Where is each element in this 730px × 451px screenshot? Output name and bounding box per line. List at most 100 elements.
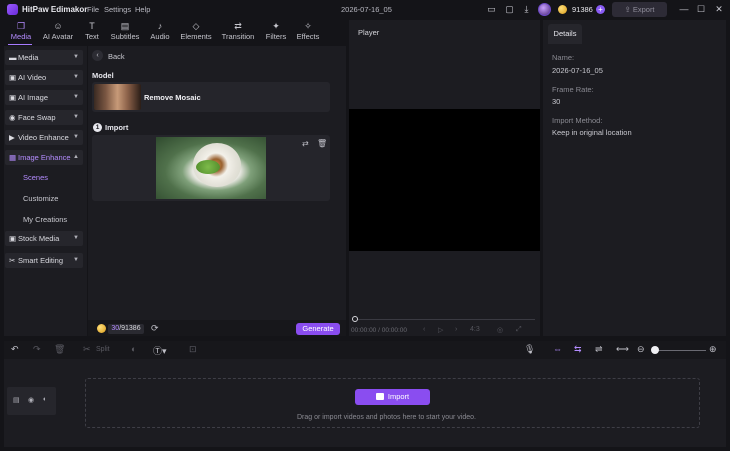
crop-icon[interactable]: ⊡ [189, 344, 197, 355]
prev-frame-icon[interactable]: ‹ [423, 326, 425, 333]
audio-icon: ♪ [157, 21, 163, 31]
mask-icon[interactable]: ◐ [131, 344, 136, 354]
sidebar-subitem-my-creations[interactable]: My Creations [23, 215, 67, 224]
tab-ai-avatar[interactable]: ☺ AI Avatar [39, 20, 77, 46]
tab-filters[interactable]: ✦ Filters [263, 20, 289, 46]
zoom-in-icon[interactable]: ⊕ [709, 344, 717, 355]
microphone-icon[interactable]: 🎙 [524, 344, 535, 355]
chevron-up-icon: ▲ [73, 154, 79, 160]
active-tab-indicator [8, 44, 32, 45]
progress-track[interactable] [355, 319, 535, 320]
sidebar-item-label: Stock Media [18, 234, 60, 243]
play-icon[interactable]: ▷ [438, 326, 443, 334]
chevron-down-icon: ▼ [73, 54, 79, 60]
export-button[interactable]: ⇪ Export [612, 2, 667, 17]
export-icon: ⇪ [624, 5, 633, 14]
split-icon[interactable]: ✂ [83, 344, 91, 355]
text-tool-icon[interactable]: Ⓣ▾ [153, 344, 167, 357]
sidebar-item-ai-video[interactable]: ▣ AI Video ▼ [5, 70, 83, 85]
menu-file[interactable]: File [87, 5, 99, 14]
coin-icon [97, 324, 106, 333]
menu-help[interactable]: Help [135, 5, 150, 14]
playback-time: 00:00:00 / 00:00:00 [351, 327, 408, 334]
chevron-down-icon: ▼ [73, 114, 79, 120]
effects-icon: ✧ [304, 21, 312, 31]
close-icon[interactable]: ✕ [713, 3, 725, 15]
sidebar-item-face-swap[interactable]: ◉ Face Swap ▼ [5, 110, 83, 125]
tab-media[interactable]: ❐ Media [6, 20, 36, 46]
model-heading: Model [92, 71, 114, 80]
trash-icon[interactable]: 🗑 [317, 139, 327, 148]
zoom-handle[interactable] [651, 346, 659, 354]
undo-icon[interactable]: ↶ [11, 344, 19, 355]
tab-text-label: Text [85, 32, 99, 41]
chevron-down-icon: ▼ [73, 257, 79, 263]
tab-effects[interactable]: ✧ Effects [294, 20, 322, 46]
sidebar-subitem-scenes[interactable]: Scenes [23, 173, 48, 182]
text-icon: T [89, 21, 95, 31]
tab-effects-label: Effects [296, 32, 320, 41]
sidebar-item-ai-image[interactable]: ▣ AI Image ▼ [5, 90, 83, 105]
tab-elements[interactable]: ◇ Elements [178, 20, 214, 46]
tab-transition[interactable]: ⇄ Transition [220, 20, 256, 46]
tab-audio[interactable]: ♪ Audio [146, 20, 174, 46]
minimize-icon[interactable]: — [678, 3, 690, 15]
import-button[interactable]: Import [355, 389, 430, 405]
maximize-icon[interactable]: ☐ [695, 3, 707, 15]
generate-button[interactable]: Generate [296, 323, 340, 335]
coin-icon [558, 5, 567, 14]
mute-icon[interactable]: ◖ [42, 396, 46, 403]
sidebar-item-image-enhance[interactable]: ▦ Image Enhance ▲ [5, 150, 83, 165]
add-credits-button[interactable]: + [596, 5, 605, 14]
detail-import-method-value: Keep in original location [552, 128, 632, 137]
elements-icon: ◇ [192, 21, 200, 31]
user-avatar[interactable] [538, 3, 551, 16]
sidebar-item-smart-editing[interactable]: ✂ Smart Editing ▼ [5, 253, 83, 268]
menu-settings[interactable]: Settings [104, 5, 131, 14]
sidebar-item-media[interactable]: ▬ Media ▼ [5, 50, 83, 65]
back-button[interactable]: Back [108, 52, 125, 61]
chevron-down-icon: ▼ [73, 74, 79, 80]
chevron-down-icon: ▼ [73, 235, 79, 241]
refresh-icon[interactable]: ⟳ [151, 323, 159, 334]
sidebar-item-stock-media[interactable]: ▣ Stock Media ▼ [5, 231, 83, 246]
download-icon[interactable]: ⤓ [521, 4, 532, 15]
magnet-icon[interactable]: ⇆ [574, 344, 582, 355]
back-arrow-icon[interactable]: ‹ [92, 50, 103, 61]
fit-icon[interactable]: ⟷ [616, 344, 629, 355]
sidebar-subitem-customize[interactable]: Customize [23, 194, 58, 203]
feedback-icon[interactable]: ▢ [504, 4, 515, 15]
snapshot-icon[interactable]: ◎ [497, 326, 503, 334]
player-viewport[interactable] [349, 109, 540, 251]
app-logo-icon [7, 4, 18, 15]
next-frame-icon[interactable]: › [455, 326, 457, 333]
detail-frame-rate-label: Frame Rate: [552, 85, 594, 94]
player-title: Player [358, 28, 380, 37]
tab-details[interactable]: Details [548, 24, 582, 44]
redo-icon[interactable]: ↷ [33, 344, 41, 355]
tab-filters-label: Filters [265, 32, 287, 41]
video-enhance-icon: ▶ [9, 133, 15, 142]
split-button[interactable]: Split [96, 346, 110, 353]
sidebar-item-label: Face Swap [18, 113, 56, 122]
sidebar-item-label: AI Image [18, 93, 49, 102]
credits-count: 91386 [572, 5, 593, 14]
tab-text[interactable]: T Text [80, 20, 104, 46]
drop-hint-text: Drag or import videos and photos here to… [297, 414, 476, 421]
project-title: 2026-07-16_05 [341, 5, 392, 14]
delete-icon[interactable]: 🗑 [54, 344, 65, 355]
link-icon[interactable]: ⇔ [553, 344, 562, 354]
replace-icon[interactable]: ⇄ [302, 139, 309, 148]
detail-name-value: 2026-07-16_05 [552, 66, 603, 75]
aspect-ratio[interactable]: 4:3 [470, 326, 480, 333]
tab-subtitles[interactable]: ▤ Subtitles [107, 20, 143, 46]
progress-handle[interactable] [352, 316, 358, 322]
import-icon [375, 393, 384, 400]
layout-icon[interactable]: ▭ [486, 4, 497, 15]
zoom-slider[interactable] [656, 350, 706, 351]
zoom-out-icon[interactable]: ⊖ [637, 344, 645, 355]
snap-icon[interactable]: ⇌ [595, 344, 603, 355]
fullscreen-icon[interactable]: ⤢ [516, 326, 522, 334]
visibility-icon[interactable]: ◉ [28, 396, 34, 404]
sidebar-item-video-enhance[interactable]: ▶ Video Enhance ▼ [5, 130, 83, 145]
